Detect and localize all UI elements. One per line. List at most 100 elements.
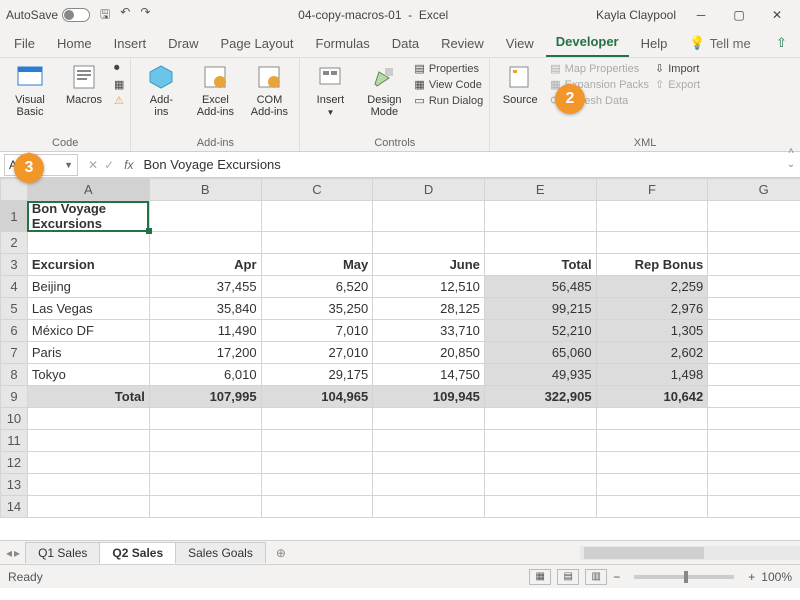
row-header[interactable]: 11 bbox=[1, 430, 28, 452]
collapse-ribbon-icon[interactable]: ˄ bbox=[788, 146, 794, 157]
tab-review[interactable]: Review bbox=[431, 30, 494, 57]
undo-icon[interactable]: ↶ bbox=[120, 5, 130, 26]
formula-input[interactable]: Bon Voyage Excursions bbox=[137, 157, 782, 172]
sheet-tab-goals[interactable]: Sales Goals bbox=[175, 542, 266, 563]
chevron-down-icon[interactable]: ▼ bbox=[64, 160, 73, 170]
user-name[interactable]: Kayla Claypool bbox=[596, 8, 676, 22]
spreadsheet-grid[interactable]: A B C D E F G 1 Bon Voyage Excursions 2 … bbox=[0, 178, 800, 540]
addins-button[interactable]: Add- ins bbox=[137, 62, 185, 118]
excel-addins-button[interactable]: Excel Add-ins bbox=[191, 62, 239, 118]
status-bar: Ready ▦ ▤ ▥ − + 100% bbox=[0, 564, 800, 588]
group-controls: Insert ▼ Design Mode ▤Properties ▦View C… bbox=[300, 58, 490, 151]
com-addins-icon bbox=[254, 62, 284, 92]
use-relative-icon[interactable]: ▦ bbox=[114, 78, 124, 91]
close-button[interactable]: ✕ bbox=[760, 4, 794, 26]
save-icon[interactable]: 🖫 bbox=[100, 5, 110, 26]
page-layout-view-button[interactable]: ▤ bbox=[557, 569, 579, 585]
insert-control-button[interactable]: Insert ▼ bbox=[306, 62, 354, 117]
col-header-f[interactable]: F bbox=[596, 179, 708, 201]
col-header-e[interactable]: E bbox=[484, 179, 596, 201]
fx-icon[interactable]: fx bbox=[120, 158, 137, 172]
cell-a1[interactable]: Bon Voyage Excursions bbox=[27, 201, 149, 232]
map-properties-button: ▤Map Properties bbox=[550, 62, 649, 75]
zoom-in-button[interactable]: + bbox=[748, 570, 755, 584]
maximize-button[interactable]: ▢ bbox=[722, 4, 756, 26]
row-header[interactable]: 9 bbox=[1, 386, 28, 408]
run-dialog-button[interactable]: ▭Run Dialog bbox=[414, 94, 483, 107]
tab-draw[interactable]: Draw bbox=[158, 30, 208, 57]
tab-formulas[interactable]: Formulas bbox=[306, 30, 380, 57]
row-header[interactable]: 1 bbox=[1, 201, 28, 232]
tab-view[interactable]: View bbox=[496, 30, 544, 57]
new-sheet-button[interactable]: ⊕ bbox=[266, 546, 296, 560]
row-header[interactable]: 10 bbox=[1, 408, 28, 430]
callout-2: 2 bbox=[555, 84, 585, 114]
share-button[interactable]: ⇧ bbox=[766, 29, 796, 57]
tab-page-layout[interactable]: Page Layout bbox=[211, 30, 304, 57]
macros-button[interactable]: Macros bbox=[60, 62, 108, 106]
autosave-label: AutoSave bbox=[6, 8, 58, 22]
record-macro-icon[interactable]: ⏺ bbox=[114, 62, 124, 75]
group-xml: Source ▤Map Properties ▦Expansion Packs … bbox=[490, 58, 800, 151]
group-addins: Add- ins Excel Add-ins COM Add-ins Add-i… bbox=[131, 58, 300, 151]
col-header-c[interactable]: C bbox=[261, 179, 373, 201]
row-header[interactable]: 13 bbox=[1, 474, 28, 496]
group-code: Visual Basic Macros ⏺ ▦ ⚠ Code bbox=[0, 58, 131, 151]
toggle-off-icon[interactable] bbox=[62, 8, 90, 22]
minimize-button[interactable]: ─ bbox=[684, 4, 718, 26]
insert-control-icon bbox=[315, 62, 345, 92]
row-header[interactable]: 3 bbox=[1, 254, 28, 276]
import-button[interactable]: ⇩Import bbox=[655, 62, 700, 75]
window-title: 04-copy-macros-01 - Excel bbox=[150, 8, 596, 22]
col-header-g[interactable]: G bbox=[708, 179, 800, 201]
view-code-button[interactable]: ▦View Code bbox=[414, 78, 483, 91]
ribbon: Visual Basic Macros ⏺ ▦ ⚠ Code Add- ins bbox=[0, 58, 800, 152]
excel-addins-icon bbox=[200, 62, 230, 92]
normal-view-button[interactable]: ▦ bbox=[529, 569, 551, 585]
tell-me[interactable]: 💡 Tell me bbox=[679, 29, 760, 57]
formula-bar: A1▼ ✕ ✓ fx Bon Voyage Excursions ⌄ bbox=[0, 152, 800, 178]
row-header[interactable]: 6 bbox=[1, 320, 28, 342]
tab-insert[interactable]: Insert bbox=[104, 30, 157, 57]
col-header-b[interactable]: B bbox=[149, 179, 261, 201]
expand-formula-icon[interactable]: ⌄ bbox=[782, 159, 800, 170]
com-addins-button[interactable]: COM Add-ins bbox=[245, 62, 293, 118]
lightbulb-icon: 💡 bbox=[689, 35, 705, 51]
row-header[interactable]: 5 bbox=[1, 298, 28, 320]
source-button[interactable]: Source bbox=[496, 62, 544, 106]
design-mode-button[interactable]: Design Mode bbox=[360, 62, 408, 118]
zoom-level[interactable]: 100% bbox=[761, 570, 792, 584]
page-break-view-button[interactable]: ▥ bbox=[585, 569, 607, 585]
visual-basic-icon bbox=[15, 62, 45, 92]
row-header[interactable]: 12 bbox=[1, 452, 28, 474]
zoom-slider[interactable] bbox=[634, 575, 734, 579]
redo-icon[interactable]: ↷ bbox=[140, 5, 150, 26]
tab-file[interactable]: File bbox=[4, 30, 45, 57]
cell[interactable] bbox=[149, 201, 261, 232]
col-header-a[interactable]: A bbox=[27, 179, 149, 201]
run-dialog-icon: ▭ bbox=[414, 94, 424, 107]
row-header[interactable]: 7 bbox=[1, 342, 28, 364]
sheet-nav-prev-icon[interactable]: ◂ bbox=[6, 546, 12, 560]
row-header[interactable]: 8 bbox=[1, 364, 28, 386]
properties-button[interactable]: ▤Properties bbox=[414, 62, 483, 75]
row-header[interactable]: 2 bbox=[1, 232, 28, 254]
row-header[interactable]: 4 bbox=[1, 276, 28, 298]
sheet-tab-q1[interactable]: Q1 Sales bbox=[25, 542, 100, 563]
tab-help[interactable]: Help bbox=[631, 30, 678, 57]
macro-security-icon[interactable]: ⚠ bbox=[114, 94, 124, 107]
tab-data[interactable]: Data bbox=[382, 30, 429, 57]
tab-developer[interactable]: Developer bbox=[546, 28, 629, 57]
status-ready: Ready bbox=[8, 570, 43, 584]
sheet-tab-q2[interactable]: Q2 Sales bbox=[99, 542, 176, 564]
ribbon-tabs: File Home Insert Draw Page Layout Formul… bbox=[0, 30, 800, 58]
autosave-toggle[interactable]: AutoSave bbox=[6, 8, 90, 22]
tab-home[interactable]: Home bbox=[47, 30, 102, 57]
visual-basic-button[interactable]: Visual Basic bbox=[6, 62, 54, 118]
addins-icon bbox=[146, 62, 176, 92]
col-header-d[interactable]: D bbox=[373, 179, 485, 201]
sheet-nav-next-icon[interactable]: ▸ bbox=[14, 546, 20, 560]
zoom-out-button[interactable]: − bbox=[613, 570, 620, 584]
row-header[interactable]: 14 bbox=[1, 496, 28, 518]
horizontal-scrollbar[interactable] bbox=[580, 546, 800, 560]
